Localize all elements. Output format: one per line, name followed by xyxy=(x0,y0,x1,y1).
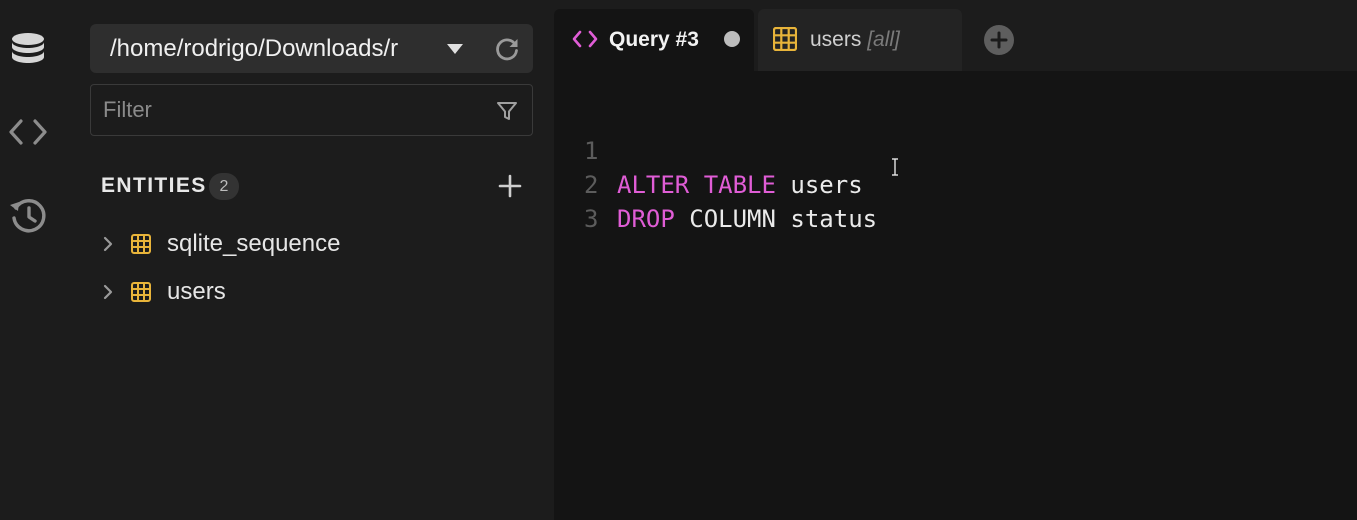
table-icon xyxy=(131,234,151,254)
database-selector[interactable]: /home/rodrigo/Downloads/r xyxy=(90,24,533,73)
entity-item-users[interactable]: users xyxy=(100,270,533,314)
history-button[interactable] xyxy=(0,188,56,244)
identifier-token: COLUMN status xyxy=(674,205,878,233)
unsaved-indicator[interactable] xyxy=(724,31,740,47)
app-window: /home/rodrigo/Downloads/r ENTITIES 2 xyxy=(0,0,1357,520)
filter-field[interactable] xyxy=(90,84,533,136)
sidebar: /home/rodrigo/Downloads/r ENTITIES 2 xyxy=(56,0,554,520)
tab-users-all[interactable]: users [all] xyxy=(758,9,962,71)
tab-label-name: users xyxy=(810,28,862,51)
tab-bar: Query #3 users [all] xyxy=(554,0,1357,71)
database-icon xyxy=(12,33,44,63)
table-icon xyxy=(773,27,797,51)
sql-editor[interactable]: 1 ALTER TABLE users 2 DROP COLUMN status… xyxy=(554,71,1357,520)
tab-label-sub: [all] xyxy=(867,28,900,51)
database-path: /home/rodrigo/Downloads/r xyxy=(110,35,399,62)
entity-name: users xyxy=(167,278,226,305)
line-number: 3 xyxy=(584,205,599,233)
chevron-right-icon[interactable] xyxy=(102,284,114,300)
new-tab-icon[interactable] xyxy=(983,24,1015,56)
code-line: 2 DROP COLUMN status xyxy=(554,134,1357,233)
tab-query-3[interactable]: Query #3 xyxy=(554,9,754,71)
code-line: 3 xyxy=(554,168,1357,233)
filter-input[interactable] xyxy=(103,85,483,135)
chevron-right-icon[interactable] xyxy=(102,236,114,252)
refresh-icon[interactable] xyxy=(494,36,520,62)
add-entity-icon[interactable] xyxy=(497,173,523,199)
database-button[interactable] xyxy=(0,21,56,77)
code-icon xyxy=(9,119,47,145)
history-icon xyxy=(10,199,46,233)
main-panel: Query #3 users [all] 1 ALTER TABLE users… xyxy=(554,0,1357,520)
entities-header: ENTITIES 2 xyxy=(101,170,533,204)
entities-count-badge: 2 xyxy=(209,173,239,200)
tab-label: users [all] xyxy=(810,9,900,71)
caret-down-icon[interactable] xyxy=(446,42,464,56)
tab-label: Query #3 xyxy=(609,28,699,51)
filter-icon[interactable] xyxy=(496,100,518,122)
code-icon xyxy=(572,30,598,48)
entity-name: sqlite_sequence xyxy=(167,230,341,257)
text-cursor-icon xyxy=(892,158,898,176)
code-line: 1 ALTER TABLE users xyxy=(554,100,1357,199)
queries-button[interactable] xyxy=(0,104,56,160)
activity-bar xyxy=(0,0,56,520)
entities-title: ENTITIES xyxy=(101,174,207,197)
entity-item-sqlite-sequence[interactable]: sqlite_sequence xyxy=(100,222,533,266)
table-icon xyxy=(131,282,151,302)
